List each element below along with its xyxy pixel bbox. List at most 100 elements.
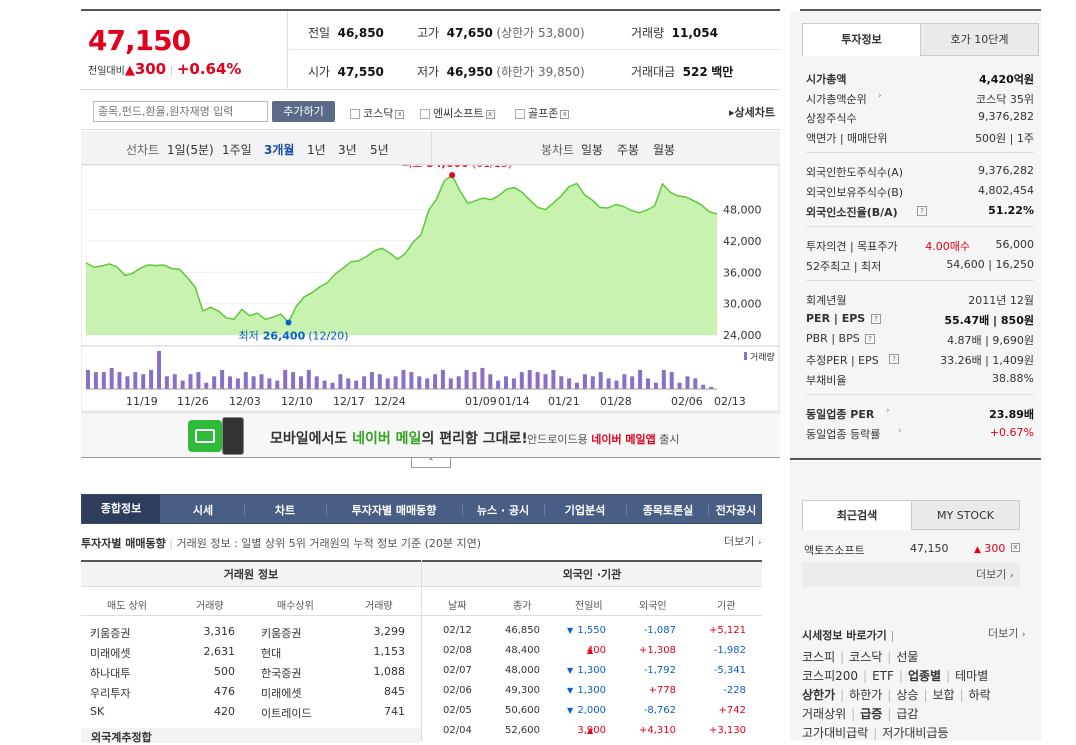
tab-news[interactable]: 뉴스 · 공시 [464,502,542,518]
recent-more-link[interactable]: 더보기 › [976,566,1013,582]
tab-overview[interactable]: 종합정보 [82,495,160,523]
quick-link[interactable]: 상한가 [802,688,835,702]
close-icon[interactable]: x [560,109,570,119]
x-tick-label: 02/13 [714,395,746,408]
period-1w[interactable]: 1주일 [222,141,252,158]
tab-discussion[interactable]: 종목토론실 [628,502,708,518]
candle-chart-label: 봉차트 [541,143,575,157]
volume-bar [354,380,359,389]
quick-link[interactable]: 거래상위 [802,707,846,721]
recent-stock-change: ▲ 300 [974,542,1005,555]
tab-chart[interactable]: 차트 [246,502,324,518]
up-arrow-icon: ▲ [974,545,981,555]
quick-link[interactable]: 업종별 [908,669,941,683]
checkbox-icon[interactable] [515,109,525,119]
invest-separator [806,226,1034,227]
period-3y[interactable]: 3년 [338,141,357,158]
chevron-right-icon: › [878,91,882,101]
period-3m[interactable]: 3개월 [264,141,294,158]
checkbox-icon[interactable] [420,109,430,119]
help-icon[interactable]: ? [865,334,875,344]
compare-item-2[interactable]: 엔씨소프트 x [420,105,495,121]
candle-day[interactable]: 일봉 [581,141,603,158]
quick-link[interactable]: 코스닥 [849,650,882,664]
close-icon[interactable]: x [1011,543,1020,552]
quick-link[interactable]: 하한가 [849,688,882,702]
invest-key: 상장주식수 [806,112,857,125]
stock-search-input[interactable] [93,101,268,122]
quick-link[interactable]: 하락 [969,688,991,702]
recent-item[interactable]: 액토즈소프트 47,150 ▲ 300 x [802,540,1020,558]
quick-link[interactable]: 고가대비급락 [802,726,868,740]
quick-link[interactable]: 보합 [932,688,954,702]
more-label: 더보기 [724,535,755,548]
quick-link[interactable]: 상승 [896,688,918,702]
compare-item-1[interactable]: 코스닥 x [350,105,405,121]
broker-cell: 500 [214,665,235,678]
quick-link[interactable]: ETF [872,669,894,683]
close-icon[interactable]: x [395,109,405,119]
tab-quote[interactable]: 시세 [164,502,242,518]
recent-stock-price: 47,150 [910,542,949,555]
candle-month[interactable]: 월봉 [653,141,675,158]
help-icon[interactable]: ? [917,206,927,216]
quick-more-link[interactable]: 더보기 › [988,625,1025,641]
add-compare-button[interactable]: 추가하기 [272,101,335,122]
tab-analysis[interactable]: 기업분석 [546,502,624,518]
recent-change-value: 300 [984,542,1006,555]
volume-bar [346,378,351,389]
period-1y[interactable]: 1년 [307,141,326,158]
invest-row: 액면가 | 매매단위 500원 | 1주 [806,127,1034,147]
lower-limit: (하한가 39,850) [496,65,585,79]
section-more-link[interactable]: 더보기 › [724,533,761,549]
compare-item-3[interactable]: 골프존 x [515,105,570,121]
recent-stock-name[interactable]: 액토즈소프트 [804,542,865,558]
tab-recent-search[interactable]: 최근검색 [802,500,912,530]
invest-opinion: 4.00매수 [925,240,970,253]
tab-investor-trend[interactable]: 투자자별 매매동향 [328,502,460,518]
invest-value: 4,802,454 [978,184,1034,197]
quick-link[interactable]: 급감 [896,707,918,721]
period-1d[interactable]: 1일(5분) [167,141,214,158]
candle-week[interactable]: 주봉 [617,141,639,158]
tab-orderbook[interactable]: 호가 10단계 [920,23,1039,56]
foreign-date: 02/08 [443,645,472,656]
invest-row: 52주최고 | 최저 54,600 | 16,250 [806,255,1034,275]
invest-key: 액면가 | 매매단위 [806,132,888,145]
more-label: 더보기 [988,627,1019,640]
quick-link[interactable]: 저가대비급등 [882,726,948,740]
broker-header: 매도 상위 [107,601,147,612]
prev-value: 46,850 [337,26,384,40]
invest-key: 외국인소진율(B/A) [806,206,898,219]
close-icon[interactable]: x [485,109,495,119]
quick-link[interactable]: 코스피200 [802,669,858,683]
foreign-net: +778 [648,685,676,696]
mobile-mail-banner[interactable]: 모바일에서도 네이버 메일의 편리함 그대로! 안드로이드용 네이버 메일앱 출… [81,412,780,458]
volume-bar [433,374,438,389]
invest-value: 23.89배 [989,408,1034,421]
volume-bar [141,374,146,389]
y-tick-label: 36,000 [723,266,762,279]
tab-my-stock[interactable]: MY STOCK [911,500,1020,530]
help-icon[interactable]: ? [889,354,899,364]
up-arrow-icon: ▲ [124,63,135,78]
quick-link[interactable]: 선물 [896,650,918,664]
volume-bar [669,372,674,389]
volume-bar [291,372,296,389]
quick-link[interactable]: 테마별 [955,669,988,683]
price-box: 47,150 전일대비▲300 | +0.64% [81,11,288,90]
broker-header: 거래량 [196,601,224,612]
quick-link[interactable]: 급증 [860,707,882,721]
invest-value: 56,000 [995,238,1035,251]
foreign-header: 기관 [717,601,736,612]
help-icon[interactable]: ? [871,314,881,324]
tab-disclosure[interactable]: 전자공시 [710,502,762,518]
checkbox-icon[interactable] [350,109,360,119]
tab-invest-info[interactable]: 투자정보 [802,23,921,56]
more-label: 더보기 [976,568,1007,581]
period-5y[interactable]: 5년 [370,141,389,158]
collapse-toggle-button[interactable]: ⌃ [411,458,451,468]
invest-value: 코스닥 35위 [976,93,1034,106]
quick-link[interactable]: 코스피 [802,650,835,664]
detail-chart-link[interactable]: ▸상세차트 [729,104,775,120]
